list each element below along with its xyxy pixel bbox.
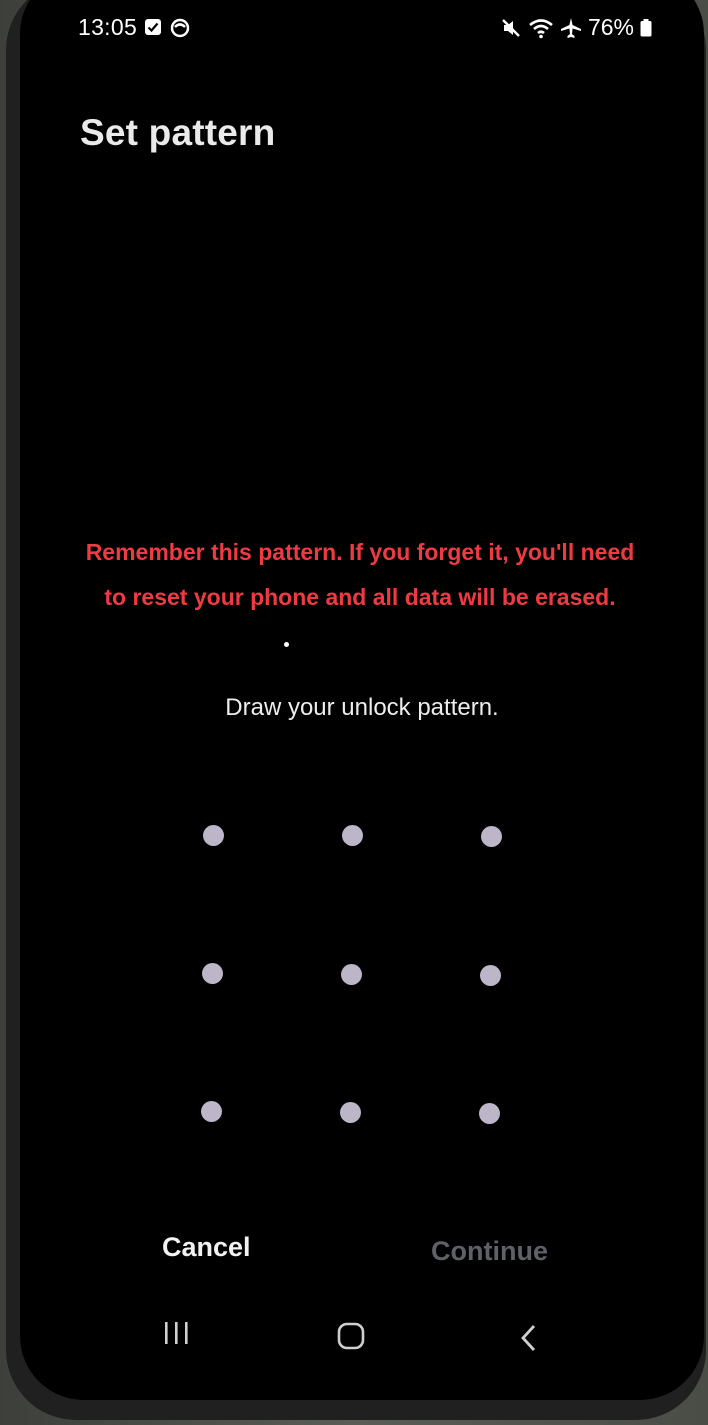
status-time: 13:05 [78, 14, 138, 40]
pattern-dot-7[interactable] [201, 1101, 222, 1122]
page-title: Set pattern [80, 112, 276, 153]
status-right-group: 76% [500, 14, 652, 41]
cancel-button[interactable]: Cancel [162, 1232, 251, 1263]
pattern-dot-3[interactable] [481, 826, 502, 847]
airplane-icon [560, 17, 581, 38]
device-frame: 13:05 76% Set pattern Remember this patt… [6, 0, 706, 1420]
pattern-dot-1[interactable] [203, 825, 224, 846]
wifi-icon [529, 18, 553, 38]
pattern-dot-5[interactable] [341, 964, 362, 985]
battery-icon [640, 18, 652, 36]
back-icon[interactable] [518, 1323, 540, 1353]
battery-percent: 76% [587, 14, 634, 40]
continue-button[interactable]: Continue [431, 1236, 548, 1267]
screen: 13:05 76% Set pattern Remember this patt… [20, 0, 704, 1400]
mute-icon [502, 18, 520, 37]
screen-speck [284, 642, 289, 647]
warning-message: Remember this pattern. If you forget it,… [85, 539, 635, 610]
instruction-text: Draw your unlock pattern. [225, 694, 499, 721]
recents-icon[interactable] [162, 1320, 192, 1346]
pattern-dot-9[interactable] [479, 1103, 500, 1124]
pattern-dot-8[interactable] [340, 1102, 361, 1123]
checkbox-notification-icon [145, 19, 161, 35]
home-icon[interactable] [336, 1322, 366, 1350]
status-bar: 13:05 76% [20, 0, 704, 70]
pattern-dot-6[interactable] [480, 965, 501, 986]
pattern-dot-2[interactable] [342, 825, 363, 846]
pattern-dot-4[interactable] [202, 963, 223, 984]
circle-app-icon [170, 18, 190, 38]
